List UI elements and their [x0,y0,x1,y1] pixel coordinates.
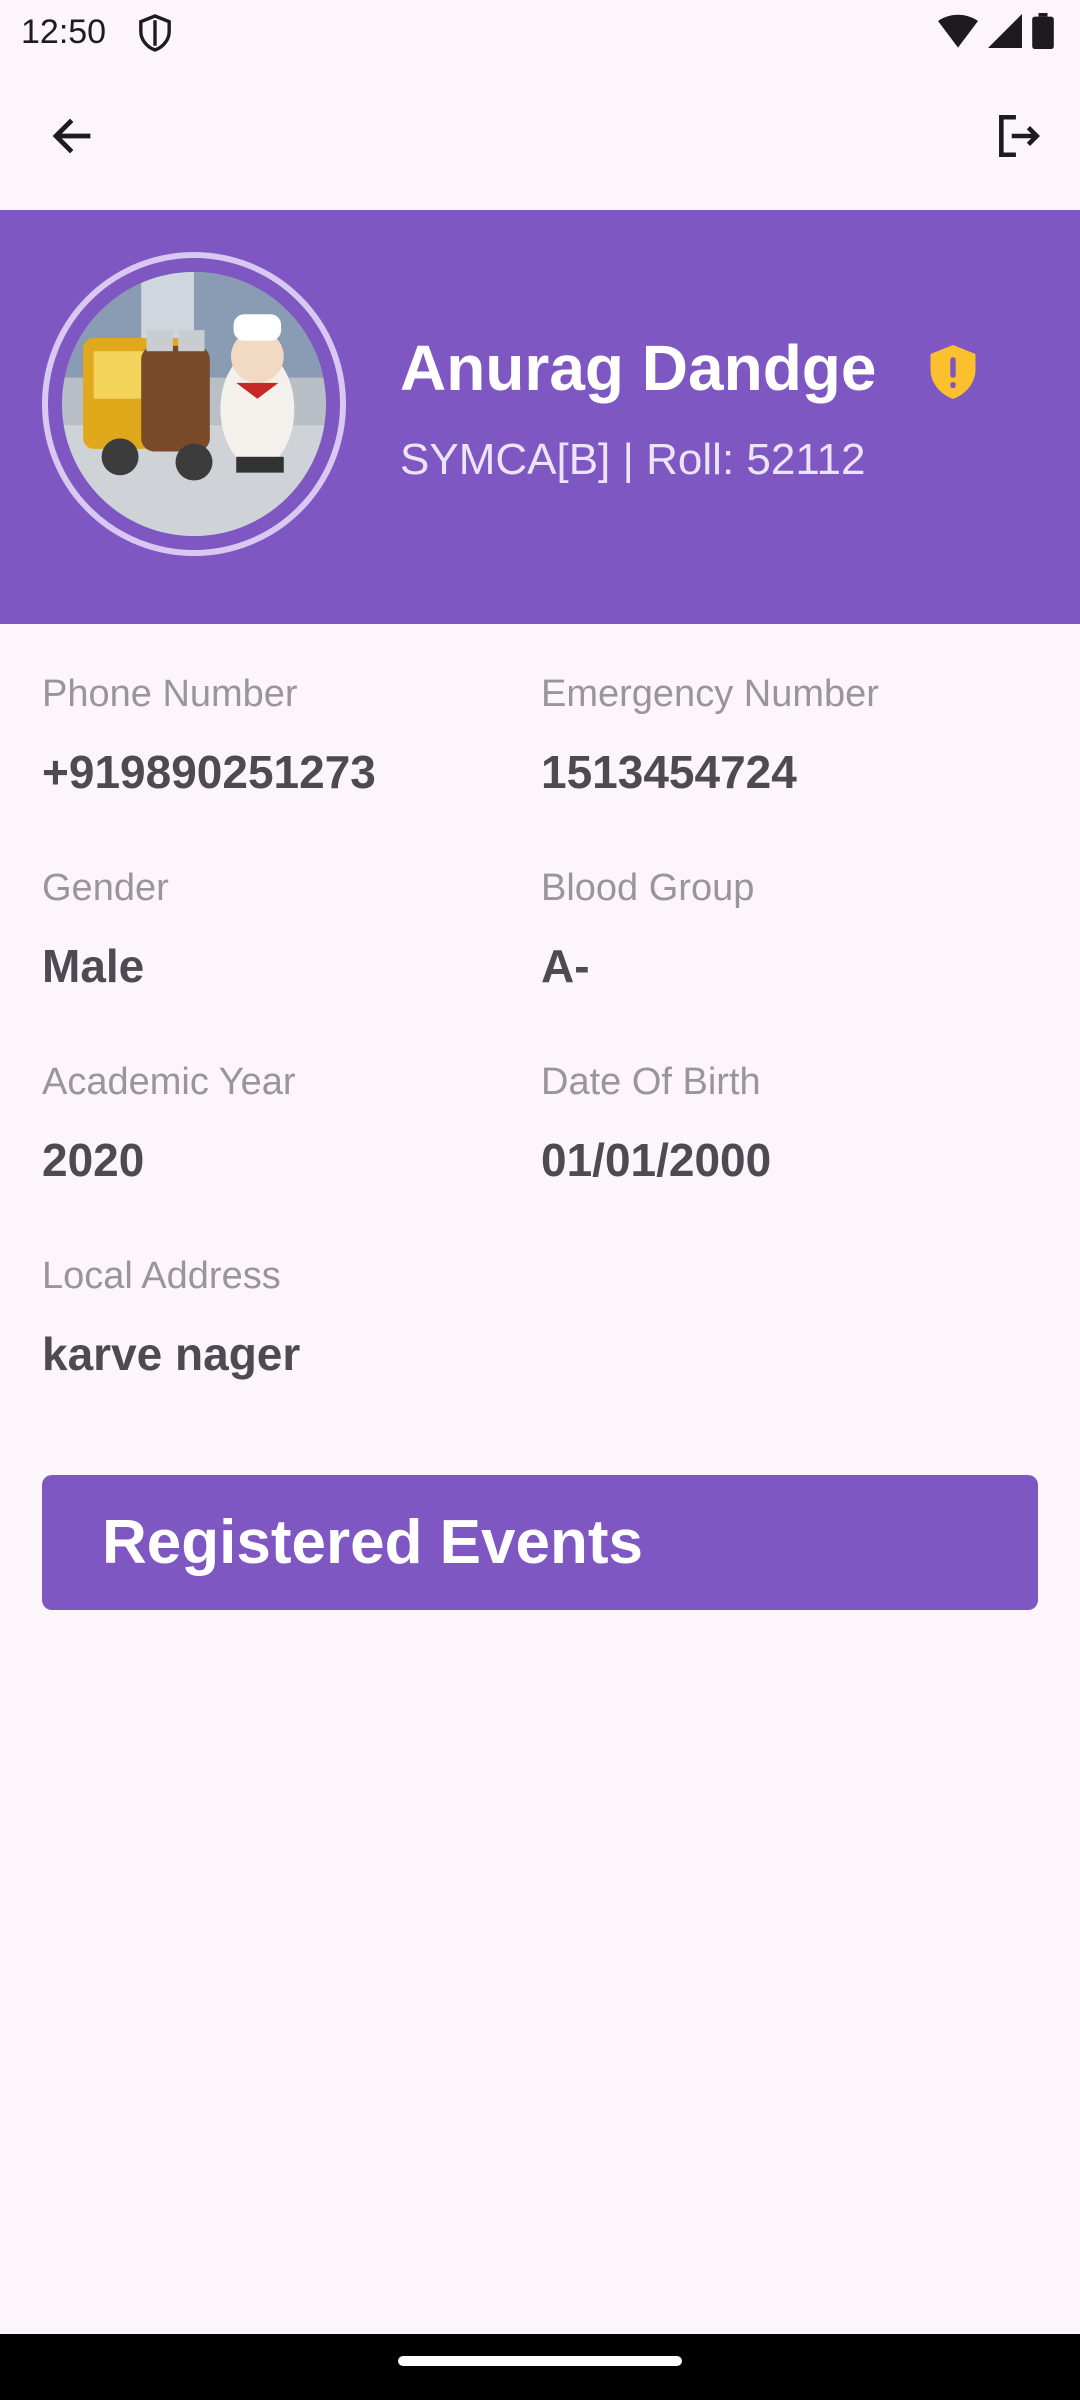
field-value: +919890251273 [42,746,376,798]
field-value: A- [541,940,590,992]
status-bar: 12:50 [0,0,1080,64]
field-gender: Gender Male [42,864,542,994]
logout-button[interactable] [982,100,1054,172]
field-label: Date Of Birth [541,1061,761,1103]
field-blood-group: Blood Group A- [541,864,1041,994]
avatar[interactable] [62,272,326,536]
field-label: Gender [42,867,169,909]
logout-icon [999,114,1040,158]
field-value: 01/01/2000 [541,1134,772,1186]
field-value: 1513454724 [541,746,797,798]
field-label: Academic Year [42,1061,296,1103]
field-emergency-number: Emergency Number 1513454724 [541,670,1041,800]
field-phone-number: Phone Number +919890251273 [42,670,542,800]
field-date-of-birth: Date Of Birth 01/01/2000 [541,1058,1041,1188]
registered-events-button[interactable]: Registered Events [42,1475,1038,1610]
field-label: Local Address [42,1255,281,1297]
field-local-address: Local Address karve nager [42,1252,542,1382]
app-top-bar [0,64,1080,210]
warning-shield-icon[interactable] [926,342,980,402]
registered-events-label: Registered Events [102,1508,643,1577]
avatar-ring [42,252,346,556]
field-value: Male [42,940,145,992]
arrow-left-icon [52,118,91,154]
field-value: 2020 [42,1134,145,1186]
system-nav-bar [0,2334,1080,2400]
field-label: Phone Number [42,673,298,715]
home-gesture-handle[interactable] [398,2356,682,2366]
field-academic-year: Academic Year 2020 [42,1058,542,1188]
status-time: 12:50 [21,13,107,51]
profile-class-roll: SYMCA[B] | Roll: 52112 [400,435,866,484]
profile-header: Anurag Dandge SYMCA[B] | Roll: 52112 [0,210,1080,624]
battery-icon [1032,13,1054,49]
profile-name: Anurag Dandge [400,332,877,404]
field-value: karve nager [42,1328,301,1380]
signal-icon [988,14,1022,48]
field-label: Emergency Number [541,673,879,715]
back-button[interactable] [36,100,108,172]
wifi-icon [938,14,978,48]
shield-icon [139,14,171,52]
field-label: Blood Group [541,867,755,909]
